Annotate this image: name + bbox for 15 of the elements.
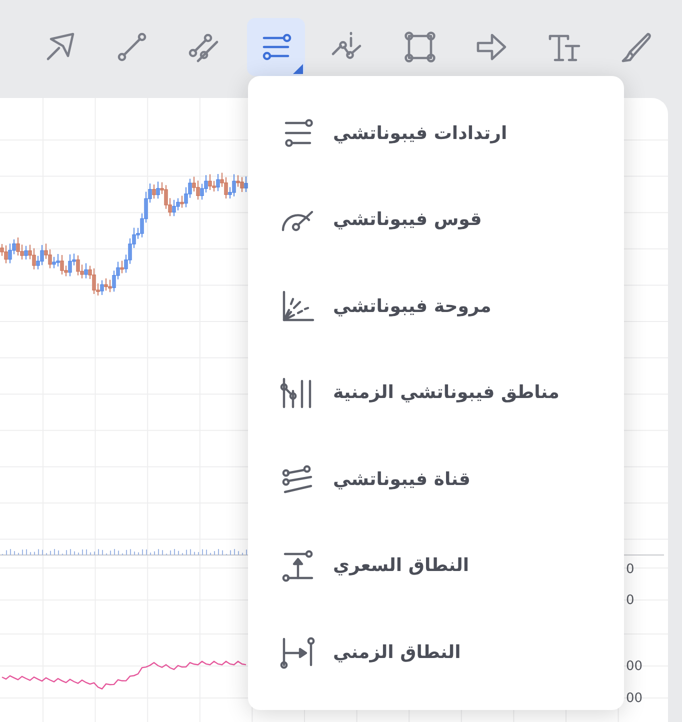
- menu-item[interactable]: ارتدادات فيبوناتشي: [333, 120, 508, 147]
- axis-label: 0: [626, 594, 634, 607]
- menu-item[interactable]: النطاق السعري: [333, 552, 470, 580]
- menu-item[interactable]: النطاق الزمني: [333, 638, 461, 666]
- drawing-tool-button[interactable]: [247, 18, 305, 76]
- axis-label: 00: [626, 692, 643, 705]
- menu-item[interactable]: قوس فيبوناتشي: [333, 206, 482, 234]
- submenu-indicator-icon: [293, 64, 303, 74]
- menu-item[interactable]: مروحة فيبوناتشي: [333, 292, 492, 320]
- rectangle-icon: [402, 29, 438, 65]
- price-range-icon: [280, 548, 316, 584]
- axis-label: 00: [626, 660, 643, 673]
- axis-label: 0: [626, 563, 634, 576]
- menu-item[interactable]: قناة فيبوناتشي: [333, 466, 470, 493]
- menu-item[interactable]: مناطق فيبوناتشي الزمنية: [333, 379, 560, 406]
